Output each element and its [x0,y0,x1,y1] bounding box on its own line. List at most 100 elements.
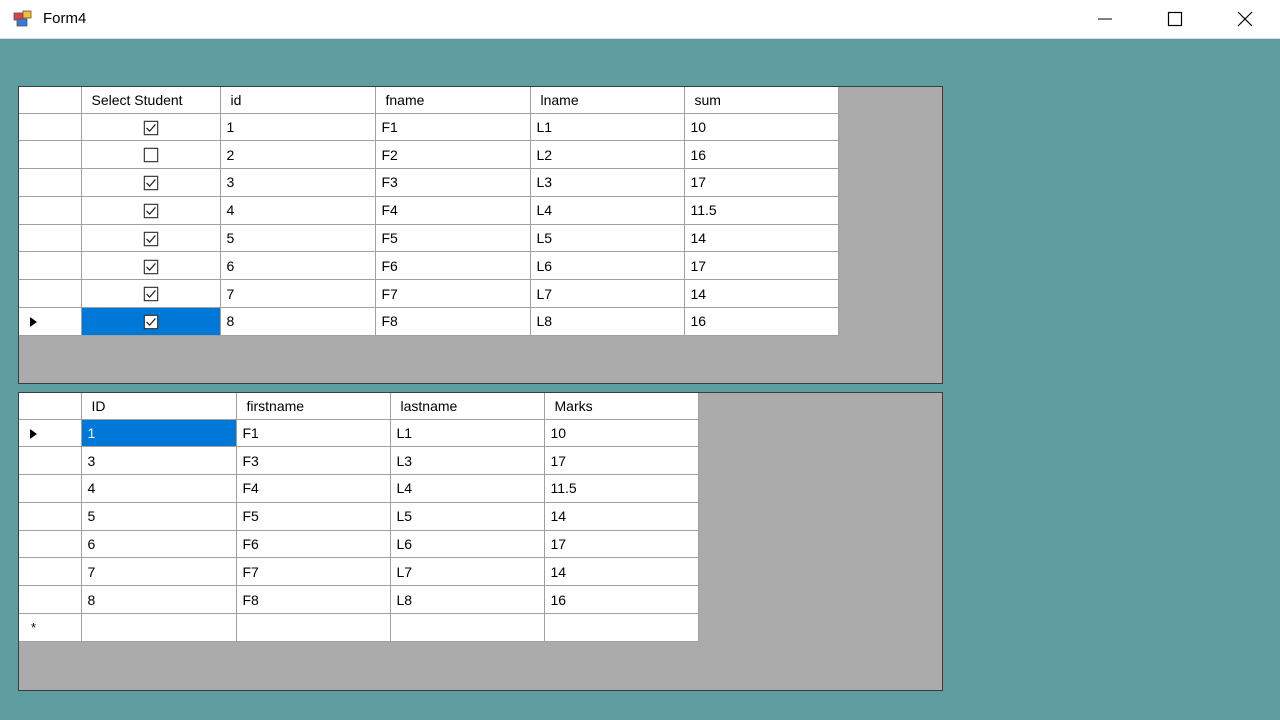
firstname-cell[interactable]: F3 [236,446,391,476]
select-student-cell[interactable] [81,196,221,225]
sum-cell[interactable]: 17 [684,251,839,281]
fname-cell[interactable]: F1 [375,113,531,142]
row-header[interactable] [19,446,82,476]
selected-students-grid[interactable]: ID firstname lastname Marks 1 F1 L1 10 3 F3 L3… [18,392,943,691]
lname-cell[interactable]: L2 [530,140,685,170]
row-header[interactable] [19,168,82,197]
lastname-cell[interactable]: L6 [390,530,545,559]
row-header[interactable] [19,585,82,615]
checkbox-icon[interactable] [143,314,159,330]
select-student-cell[interactable] [81,279,221,309]
firstname-cell[interactable]: F1 [236,419,391,448]
select-student-cell[interactable] [81,113,221,142]
column-header-firstname[interactable]: firstname [236,393,391,420]
lname-cell[interactable]: L7 [530,279,685,309]
id-cell[interactable]: 4 [81,474,237,503]
id-cell[interactable]: 3 [81,446,237,476]
firstname-cell[interactable]: F4 [236,474,391,503]
id-cell[interactable]: 3 [220,168,376,197]
row-header[interactable] [19,557,82,587]
sum-cell[interactable]: 14 [684,224,839,253]
id-cell[interactable]: 6 [81,530,237,559]
row-header[interactable] [19,419,82,448]
select-student-cell[interactable] [81,251,221,281]
fname-cell[interactable]: F4 [375,196,531,225]
top-left-header-cell[interactable] [19,87,82,114]
column-header-sum[interactable]: sum [684,87,839,114]
top-left-header-cell[interactable] [19,393,82,420]
marks-cell[interactable]: 11.5 [544,474,699,503]
marks-cell[interactable]: 14 [544,557,699,587]
row-header[interactable] [19,224,82,253]
lastname-cell[interactable]: L5 [390,502,545,531]
new-firstname-cell[interactable] [236,613,391,642]
column-header-id[interactable]: ID [81,393,237,420]
id-cell[interactable]: 7 [220,279,376,309]
sum-cell[interactable]: 11.5 [684,196,839,225]
sum-cell[interactable]: 14 [684,279,839,309]
row-header[interactable] [19,307,82,336]
fname-cell[interactable]: F5 [375,224,531,253]
firstname-cell[interactable]: F6 [236,530,391,559]
lname-cell[interactable]: L6 [530,251,685,281]
close-button[interactable] [1222,0,1268,38]
marks-cell[interactable]: 10 [544,419,699,448]
lname-cell[interactable]: L8 [530,307,685,336]
row-header[interactable] [19,279,82,309]
sum-cell[interactable]: 16 [684,140,839,170]
fname-cell[interactable]: F3 [375,168,531,197]
column-header-select-student[interactable]: Select Student [81,87,221,114]
firstname-cell[interactable]: F7 [236,557,391,587]
row-header[interactable] [19,251,82,281]
marks-cell[interactable]: 17 [544,446,699,476]
row-header[interactable] [19,474,82,503]
id-cell[interactable]: 8 [81,585,237,615]
new-id-cell[interactable] [81,613,237,642]
select-student-cell[interactable] [81,140,221,170]
lname-cell[interactable]: L1 [530,113,685,142]
maximize-button[interactable] [1152,0,1198,38]
marks-cell[interactable]: 16 [544,585,699,615]
new-marks-cell[interactable] [544,613,699,642]
checkbox-icon[interactable] [143,286,159,302]
column-header-fname[interactable]: fname [375,87,531,114]
row-header[interactable] [19,196,82,225]
id-cell[interactable]: 2 [220,140,376,170]
column-header-id[interactable]: id [220,87,376,114]
lname-cell[interactable]: L5 [530,224,685,253]
checkbox-icon[interactable] [143,120,159,136]
lastname-cell[interactable]: L8 [390,585,545,615]
checkbox-icon[interactable] [143,147,159,163]
firstname-cell[interactable]: F8 [236,585,391,615]
select-student-cell[interactable] [81,307,221,336]
row-header[interactable] [19,113,82,142]
firstname-cell[interactable]: F5 [236,502,391,531]
row-header[interactable] [19,140,82,170]
id-cell[interactable]: 1 [81,419,237,448]
row-header[interactable]: * [19,613,82,642]
sum-cell[interactable]: 17 [684,168,839,197]
column-header-lastname[interactable]: lastname [390,393,545,420]
fname-cell[interactable]: F2 [375,140,531,170]
lastname-cell[interactable]: L3 [390,446,545,476]
lastname-cell[interactable]: L4 [390,474,545,503]
fname-cell[interactable]: F7 [375,279,531,309]
select-student-cell[interactable] [81,168,221,197]
id-cell[interactable]: 6 [220,251,376,281]
lastname-cell[interactable]: L1 [390,419,545,448]
id-cell[interactable]: 1 [220,113,376,142]
fname-cell[interactable]: F8 [375,307,531,336]
row-header[interactable] [19,502,82,531]
column-header-marks[interactable]: Marks [544,393,699,420]
lastname-cell[interactable]: L7 [390,557,545,587]
checkbox-icon[interactable] [143,203,159,219]
minimize-button[interactable] [1082,0,1128,38]
sum-cell[interactable]: 16 [684,307,839,336]
row-header[interactable] [19,530,82,559]
id-cell[interactable]: 8 [220,307,376,336]
column-header-lname[interactable]: lname [530,87,685,114]
marks-cell[interactable]: 17 [544,530,699,559]
checkbox-icon[interactable] [143,231,159,247]
id-cell[interactable]: 7 [81,557,237,587]
marks-cell[interactable]: 14 [544,502,699,531]
